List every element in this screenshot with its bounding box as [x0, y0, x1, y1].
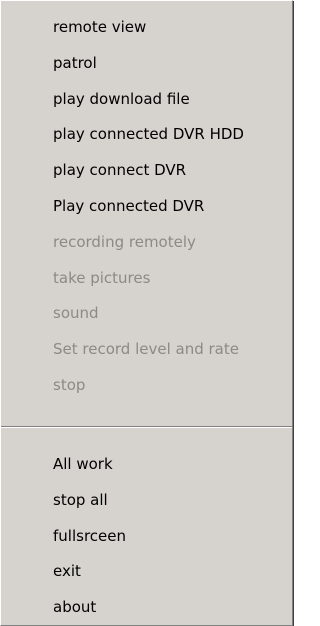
menu-separator — [1, 426, 292, 428]
menu-item-remote-view[interactable]: remote view — [1, 10, 292, 46]
menu-item-play-connected-dvr[interactable]: Play connected DVR — [1, 189, 292, 225]
menu-group-general: All work stop all fullsrceen exit about — [1, 447, 292, 626]
menu-item-stop-all[interactable]: stop all — [1, 483, 292, 519]
menu-item-play-download-file[interactable]: play download file — [1, 82, 292, 118]
menu-item-recording-remotely: recording remotely — [53, 232, 196, 251]
menu-item-play-connect-dvr[interactable]: play connect DVR — [1, 153, 292, 189]
menu-item-stop: stop — [53, 375, 86, 394]
menu-item-fullscreen[interactable]: fullsrceen — [1, 519, 292, 555]
menu-item-patrol[interactable]: patrol — [1, 46, 292, 82]
menu-item-sound: sound — [53, 304, 99, 323]
menu-group-playback: remote view patrol play download file pl… — [1, 10, 292, 404]
menu-item-about[interactable]: about — [1, 590, 292, 626]
context-menu: remote view patrol play download file pl… — [0, 0, 293, 626]
menu-item-set-record-level: Set record level and rate — [53, 340, 239, 359]
menu-item-take-pictures: take pictures — [53, 268, 151, 287]
menu-item-all-work[interactable]: All work — [1, 447, 292, 483]
menu-item-play-connected-dvr-hdd[interactable]: play connected DVR HDD — [1, 117, 292, 153]
menu-item-exit[interactable]: exit — [1, 554, 292, 590]
